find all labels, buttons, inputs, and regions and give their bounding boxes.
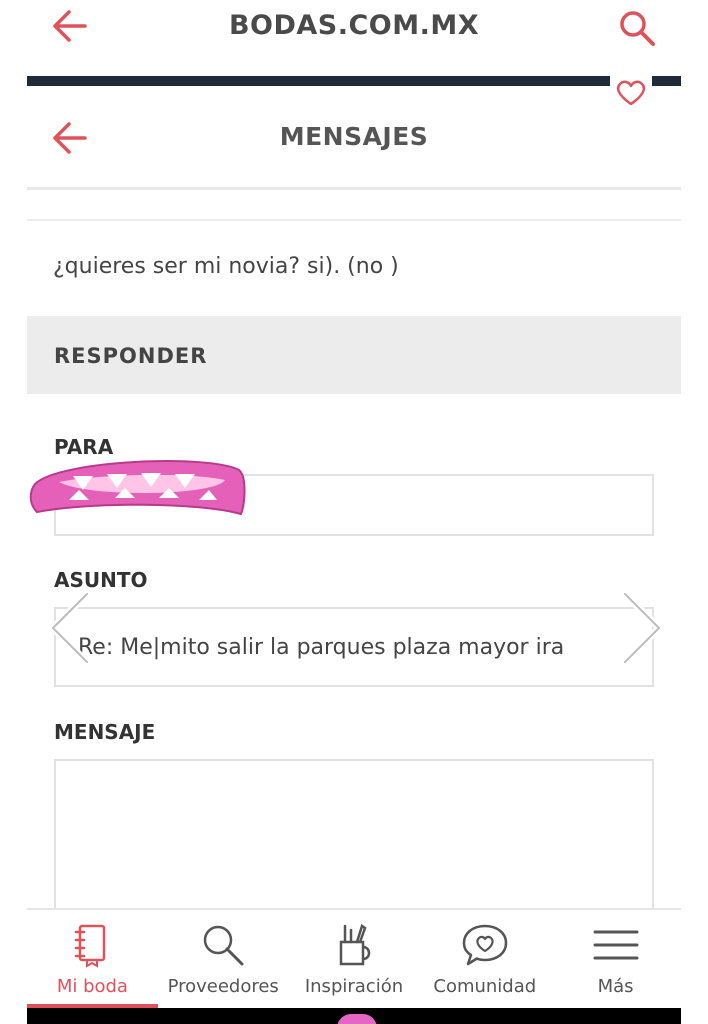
nav-label: Comunidad xyxy=(433,976,537,997)
chat-heart-icon xyxy=(460,920,510,970)
sticker-edge xyxy=(337,1014,377,1024)
nav-mas[interactable]: Más xyxy=(550,910,681,1008)
system-bar xyxy=(27,1008,681,1024)
crafts-cup-icon xyxy=(329,920,379,970)
mensaje-label: MENSAJE xyxy=(54,720,156,744)
mensaje-field[interactable] xyxy=(54,759,654,919)
asunto-field[interactable]: Re: Me|mito salir la parques plaza mayor… xyxy=(54,607,654,687)
message-body: ¿quieres ser mi novia? si). (no ) xyxy=(53,254,399,279)
mouth-sticker xyxy=(29,456,249,526)
chevron-left-icon[interactable] xyxy=(45,588,95,668)
left-gutter xyxy=(0,0,27,1024)
bottom-navigation: Mi boda Proveedores Inspiración Comunida… xyxy=(27,908,681,1008)
heart-icon[interactable] xyxy=(610,74,652,114)
divider xyxy=(27,219,681,221)
nav-label: Proveedores xyxy=(167,976,279,997)
top-app-bar: BODAS.COM.MX xyxy=(27,0,681,76)
nav-mi-boda[interactable]: Mi boda xyxy=(27,910,158,1008)
app-content: BODAS.COM.MX MENSAJES ¿quieres ser mi no… xyxy=(27,0,681,1024)
header-divider-strip xyxy=(27,76,681,86)
nav-comunidad[interactable]: Comunidad xyxy=(419,910,550,1008)
nav-inspiracion[interactable]: Inspiración xyxy=(289,910,420,1008)
messages-header: MENSAJES xyxy=(27,86,681,190)
nav-label: Mi boda xyxy=(56,976,128,997)
right-gutter xyxy=(681,0,708,1024)
reply-section-header: RESPONDER xyxy=(27,316,681,394)
nav-label: Inspiración xyxy=(304,976,404,997)
menu-icon xyxy=(591,920,641,970)
nav-label: Más xyxy=(597,976,634,997)
notebook-icon xyxy=(67,920,117,970)
search-icon xyxy=(198,920,248,970)
screen: BODAS.COM.MX MENSAJES ¿quieres ser mi no… xyxy=(0,0,708,1024)
nav-proveedores[interactable]: Proveedores xyxy=(158,910,289,1008)
search-icon[interactable] xyxy=(615,6,659,50)
chevron-right-icon[interactable] xyxy=(617,588,667,668)
site-title: BODAS.COM.MX xyxy=(228,10,480,41)
reply-section-label: RESPONDER xyxy=(54,344,208,368)
page-title: MENSAJES xyxy=(279,122,429,151)
